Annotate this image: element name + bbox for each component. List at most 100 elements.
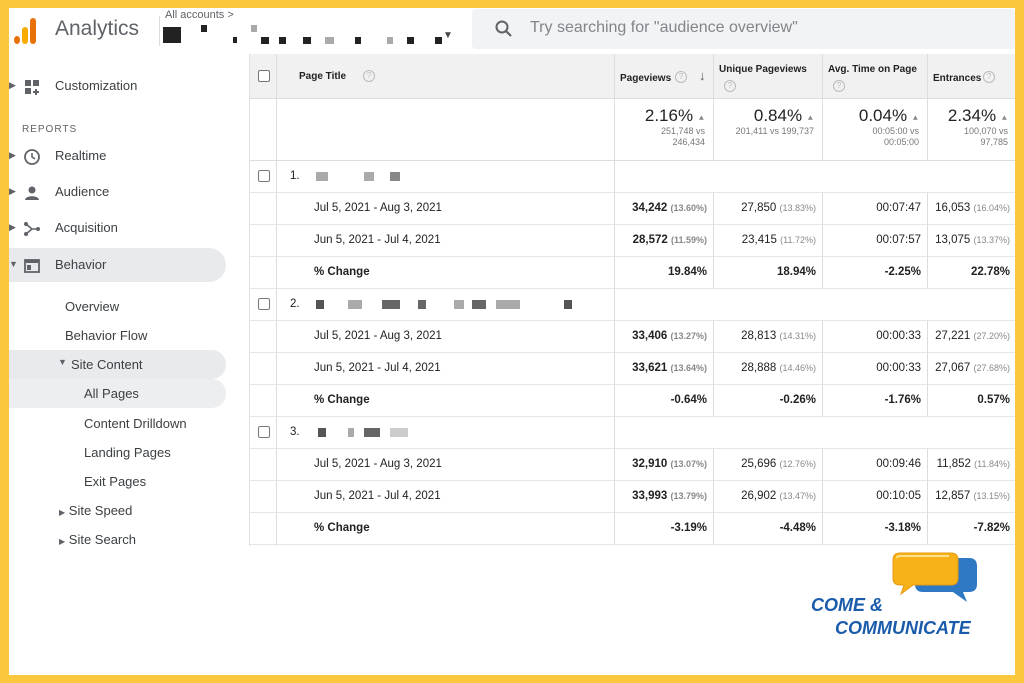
account-dropdown-icon[interactable]: ▼ — [443, 30, 453, 41]
account-selector[interactable] — [163, 25, 453, 45]
column-header-avg-time[interactable]: Avg. Time on Page ? — [822, 54, 927, 99]
speech-bubbles-icon — [892, 552, 977, 602]
sidebar-item-all-pages[interactable]: All Pages — [9, 379, 226, 408]
summary-vs: 251,748 vs — [660, 126, 705, 136]
help-icon[interactable]: ? — [983, 71, 995, 83]
person-icon — [25, 186, 39, 200]
sidebar-item-audience[interactable]: ▶ Audience — [9, 175, 249, 209]
header-divider — [159, 16, 160, 46]
dashboard-grid-icon — [25, 80, 39, 95]
row-number: 2. — [290, 298, 300, 310]
table-row: Jun 5, 2021 - Jul 4, 2021 33,993 (13.79%… — [250, 481, 1015, 513]
change-label: % Change — [314, 266, 370, 278]
date-range-label: Jun 5, 2021 - Jul 4, 2021 — [314, 490, 441, 502]
expand-caret-icon[interactable]: ▶ — [59, 508, 65, 517]
expand-caret-icon[interactable]: ▶ — [9, 222, 16, 233]
left-sidebar: ▶ Customization REPORTS ▶ Realtime ▶ Aud… — [9, 54, 249, 675]
help-icon[interactable]: ? — [363, 70, 375, 82]
summary-row: 2.16% ⯅ 251,748 vs 246,434 0.84% ⯅ 201,4… — [250, 99, 1015, 161]
search-icon — [495, 20, 512, 37]
pageviews-cell: 34,242 (13.60%) — [614, 193, 713, 225]
row-checkbox[interactable] — [258, 298, 270, 310]
summary-vs: 246,434 — [672, 137, 705, 147]
increase-arrow-icon: ⯅ — [1000, 113, 1008, 123]
unique-pageviews-cell: 23,415 (11.72%) — [713, 225, 822, 257]
table-row: Jul 5, 2021 - Aug 3, 2021 33,406 (13.27%… — [250, 321, 1015, 353]
date-range-label: Jul 5, 2021 - Aug 3, 2021 — [314, 458, 442, 470]
sidebar-item-site-content[interactable]: ▼ Site Content — [9, 350, 226, 379]
pageviews-cell: 28,572 (11.59%) — [614, 225, 713, 257]
expand-caret-icon[interactable]: ▶ — [59, 537, 65, 546]
column-header-pageviews[interactable]: Pageviews ? ↓ — [614, 54, 713, 99]
avg-time-cell: 00:00:33 — [822, 353, 927, 385]
column-header-entrances[interactable]: Entrances ? — [927, 54, 1015, 99]
app-frame: Analytics All accounts > ▼ Try searching… — [9, 8, 1015, 675]
table-row-page[interactable]: 2. — [250, 289, 1015, 321]
sidebar-item-acquisition[interactable]: ▶ Acquisition — [9, 211, 249, 245]
table-row-page[interactable]: 1. — [250, 161, 1015, 193]
sidebar-item-behavior[interactable]: ▼ Behavior — [9, 248, 226, 282]
column-header-page-title[interactable]: Page Title ? — [276, 54, 614, 99]
entrances-change: 22.78% — [927, 257, 1015, 289]
pageviews-cell: 33,406 (13.27%) — [614, 321, 713, 353]
sidebar-item-label: Customization — [55, 78, 138, 93]
sidebar-item-label: Site Content — [71, 357, 143, 372]
table-row: Jul 5, 2021 - Aug 3, 2021 32,910 (13.07%… — [250, 449, 1015, 481]
unique-pageviews-change: 18.94% — [713, 257, 822, 289]
account-breadcrumb[interactable]: All accounts > — [165, 9, 234, 21]
summary-empty-cell — [276, 99, 614, 161]
row-number: 1. — [290, 170, 300, 182]
help-icon[interactable]: ? — [675, 71, 687, 83]
select-all-checkbox[interactable] — [258, 70, 270, 82]
date-range-label: Jul 5, 2021 - Aug 3, 2021 — [314, 202, 442, 214]
date-range-label: Jun 5, 2021 - Jul 4, 2021 — [314, 362, 441, 374]
sidebar-item-site-search[interactable]: ▶ Site Search — [59, 532, 136, 547]
avg-time-change: -3.18% — [822, 513, 927, 545]
table-header: Page Title ? Pageviews ? ↓ Unique Pagevi… — [250, 54, 1015, 99]
sidebar-item-label: Acquisition — [55, 220, 118, 235]
help-icon[interactable]: ? — [724, 80, 736, 92]
sidebar-item-site-speed[interactable]: ▶ Site Speed — [59, 503, 132, 518]
search-input[interactable]: Try searching for "audience overview" — [530, 19, 798, 37]
sidebar-item-content-drilldown[interactable]: Content Drilldown — [84, 416, 187, 431]
sidebar-item-realtime[interactable]: ▶ Realtime — [9, 139, 249, 173]
expand-caret-icon[interactable]: ▶ — [9, 186, 16, 197]
brand-text-line1: COME & — [811, 595, 883, 615]
date-range-label: Jun 5, 2021 - Jul 4, 2021 — [314, 234, 441, 246]
increase-arrow-icon: ⯅ — [806, 113, 814, 123]
expand-caret-icon[interactable]: ▶ — [9, 150, 16, 161]
column-header-unique-pageviews[interactable]: Unique Pageviews ? — [713, 54, 822, 99]
unique-pageviews-change: -4.48% — [713, 513, 822, 545]
unique-pageviews-cell: 26,902 (13.47%) — [713, 481, 822, 513]
sidebar-item-exit-pages[interactable]: Exit Pages — [84, 474, 146, 489]
summary-entrances: 2.34% ⯅ 100,070 vs 97,785 — [927, 99, 1015, 161]
entrances-change: -7.82% — [927, 513, 1015, 545]
row-checkbox[interactable] — [258, 170, 270, 182]
row-checkbox[interactable] — [258, 426, 270, 438]
data-table: Page Title ? Pageviews ? ↓ Unique Pagevi… — [249, 54, 1015, 546]
entrances-cell: 13,075 (13.37%) — [927, 225, 1015, 257]
table-row-page[interactable]: 3. — [250, 417, 1015, 449]
sidebar-item-overview[interactable]: Overview — [65, 299, 119, 314]
sidebar-item-customization[interactable]: ▶ Customization — [9, 69, 249, 103]
expand-caret-icon[interactable]: ▶ — [9, 80, 16, 91]
sidebar-item-behavior-flow[interactable]: Behavior Flow — [65, 328, 147, 343]
entrances-cell: 12,857 (13.15%) — [927, 481, 1015, 513]
table-row-change: % Change -3.19% -4.48% -3.18% -7.82% — [250, 513, 1015, 545]
entrances-cell: 11,852 (11.84%) — [927, 449, 1015, 481]
pageviews-cell: 33,993 (13.79%) — [614, 481, 713, 513]
avg-time-cell: 00:00:33 — [822, 321, 927, 353]
increase-arrow-icon: ⯅ — [911, 113, 919, 123]
collapse-caret-icon[interactable]: ▼ — [9, 259, 18, 269]
entrances-change: 0.57% — [927, 385, 1015, 417]
search-bar[interactable]: Try searching for "audience overview" — [472, 9, 1015, 49]
sidebar-item-landing-pages[interactable]: Landing Pages — [84, 445, 171, 460]
help-icon[interactable]: ? — [833, 80, 845, 92]
summary-vs: 00:05:00 — [883, 137, 919, 147]
collapse-caret-icon[interactable]: ▼ — [58, 357, 67, 367]
analytics-logo-icon[interactable] — [14, 16, 38, 44]
sort-descending-icon[interactable]: ↓ — [699, 68, 706, 83]
app-title: Analytics — [55, 17, 140, 40]
summary-pct: 0.84% — [753, 106, 803, 125]
pageviews-cell: 33,621 (13.64%) — [614, 353, 713, 385]
